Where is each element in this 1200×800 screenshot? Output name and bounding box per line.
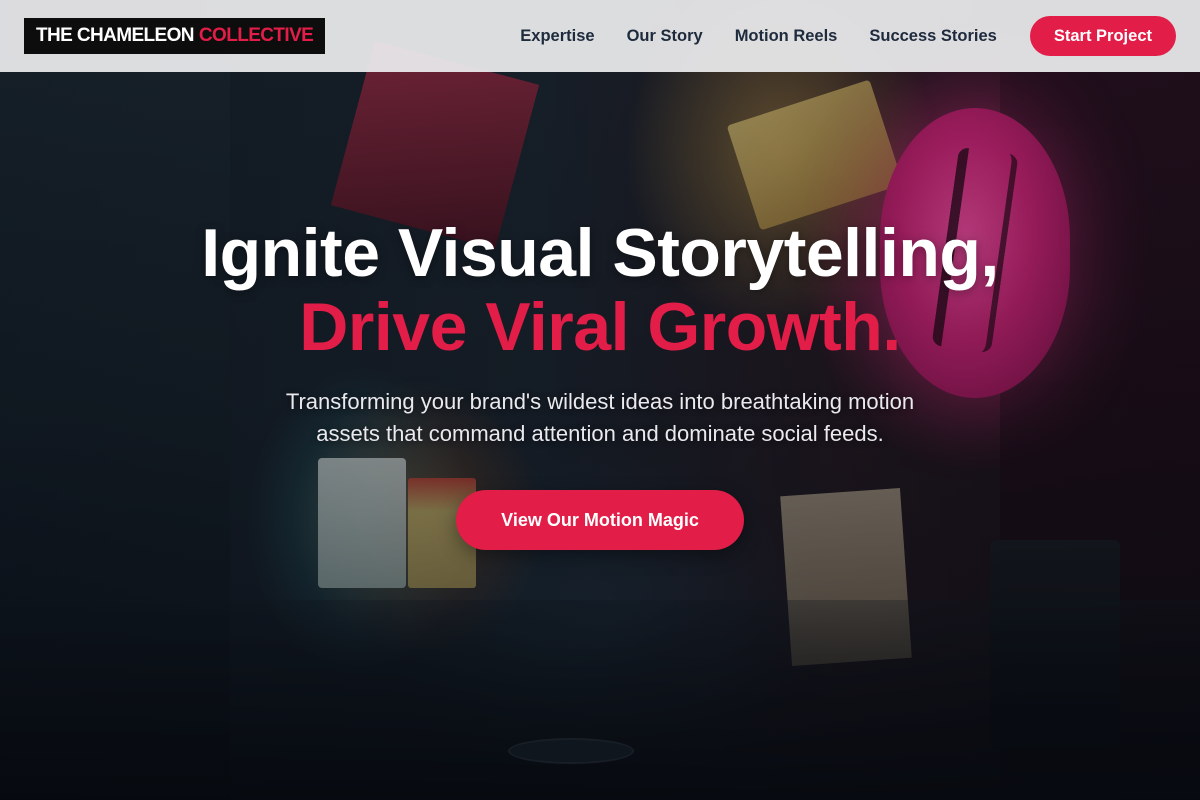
nav-link-expertise[interactable]: Expertise <box>520 27 594 46</box>
nav-links: Expertise Our Story Motion Reels Success… <box>520 27 997 46</box>
start-project-button[interactable]: Start Project <box>1029 16 1176 56</box>
hero-headline: Ignite Visual Storytelling, Drive Viral … <box>201 216 999 364</box>
brand-name-primary: THE CHAMELEON <box>36 25 195 46</box>
hero-headline-line2: Drive Viral Growth. <box>299 289 901 365</box>
hero-subtext: Transforming your brand's wildest ideas … <box>285 389 915 446</box>
nav-link-motion-reels[interactable]: Motion Reels <box>735 27 838 46</box>
brand-logo[interactable]: THE CHAMELEON COLLECTIVE <box>24 18 326 54</box>
hero-headline-line1: Ignite Visual Storytelling, <box>201 215 999 291</box>
nav-link-success-stories[interactable]: Success Stories <box>869 27 997 46</box>
nav-right: Expertise Our Story Motion Reels Success… <box>520 16 1176 56</box>
nav-link-our-story[interactable]: Our Story <box>627 27 703 46</box>
view-motion-magic-button[interactable]: View Our Motion Magic <box>456 490 744 550</box>
hero-content: Ignite Visual Storytelling, Drive Viral … <box>0 216 1200 550</box>
top-nav: THE CHAMELEON COLLECTIVE Expertise Our S… <box>0 0 1200 72</box>
brand-name-accent: COLLECTIVE <box>198 25 314 46</box>
